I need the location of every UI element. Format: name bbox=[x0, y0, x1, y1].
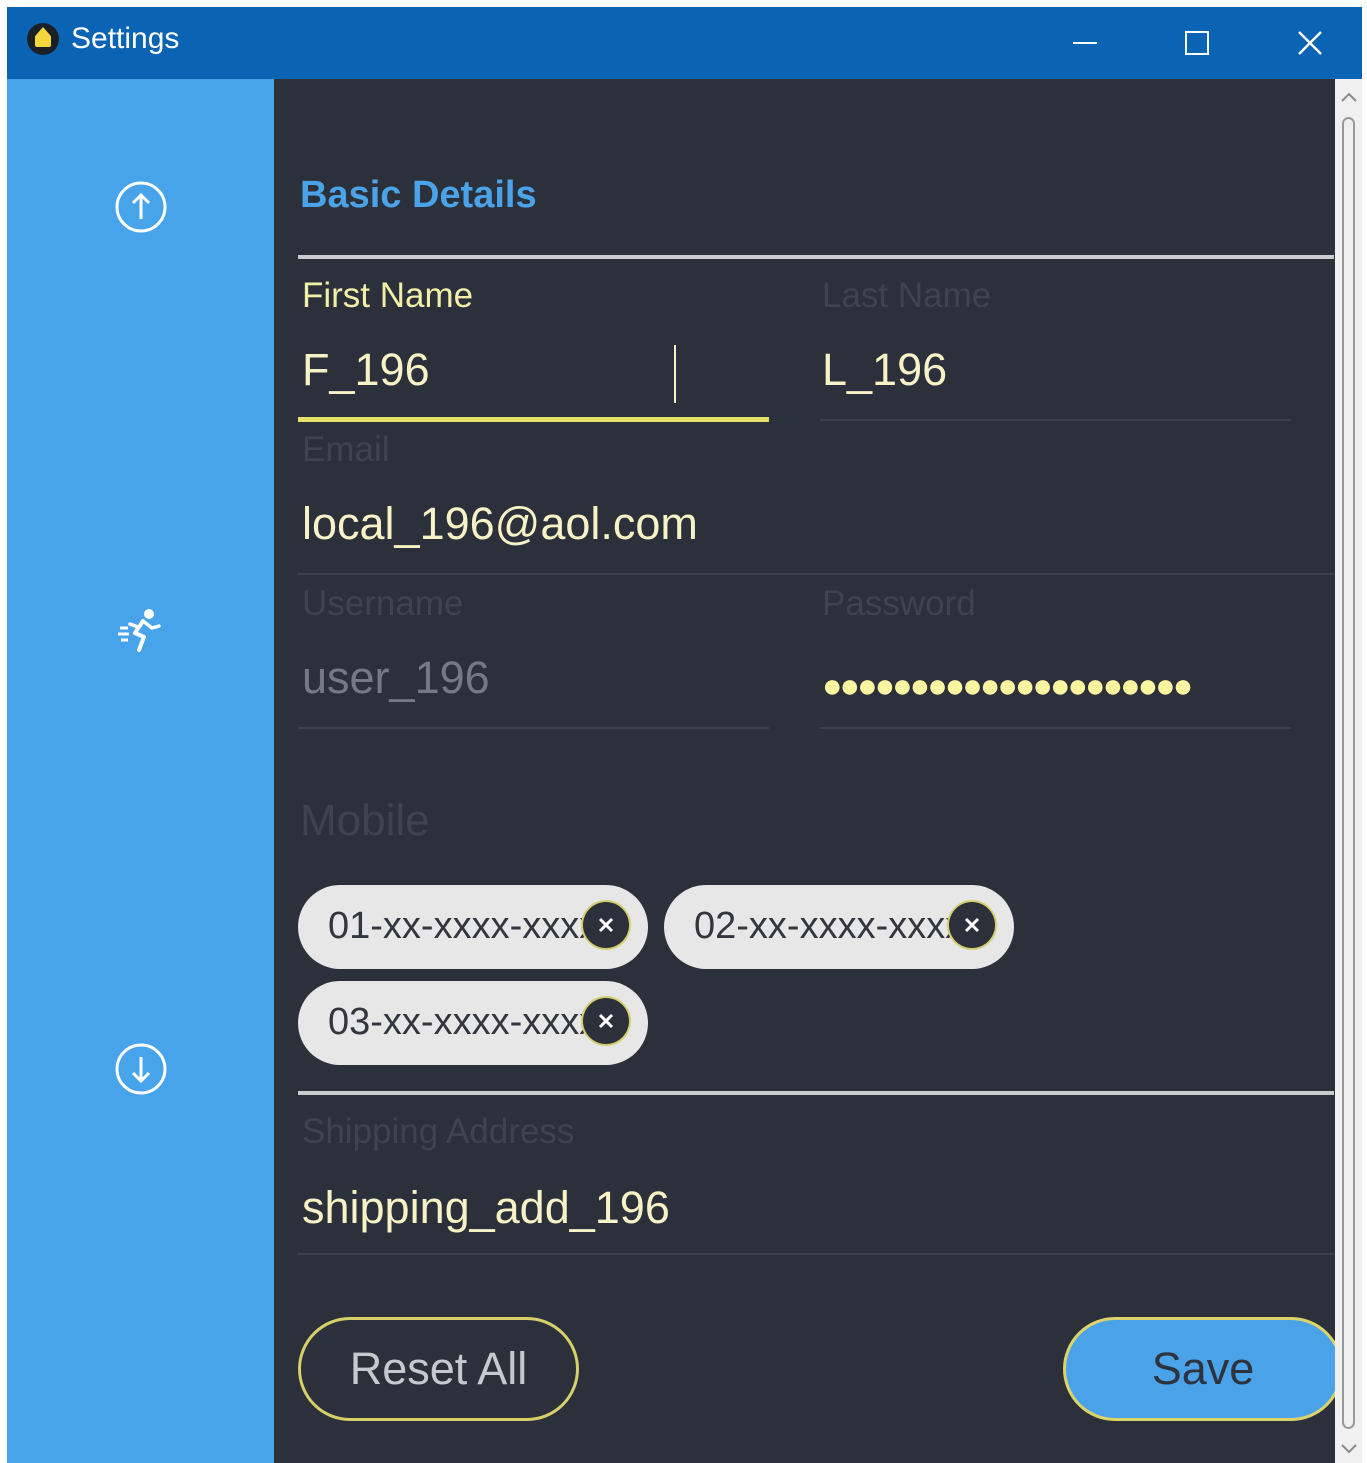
scroll-down-button[interactable] bbox=[115, 1043, 167, 1095]
mobile-chip: 02-xx-xxxx-xxxx bbox=[664, 885, 1014, 969]
arrow-up-circle-icon bbox=[115, 181, 167, 233]
form-panel: Basic Details First Name F_196 Last Name… bbox=[274, 79, 1343, 1463]
mobile-chip-text: 03-xx-xxxx-xxxx bbox=[328, 1001, 599, 1043]
app-icon bbox=[27, 23, 59, 55]
first-name-field[interactable]: F_196 bbox=[302, 343, 430, 397]
email-label: Email bbox=[302, 430, 390, 469]
email-underline bbox=[298, 573, 1334, 575]
scrollbar-thumb[interactable] bbox=[1342, 117, 1355, 1429]
section-divider bbox=[298, 1091, 1334, 1095]
close-icon bbox=[964, 917, 980, 933]
minimize-icon bbox=[1073, 42, 1097, 44]
quick-navigation-button[interactable] bbox=[115, 605, 167, 657]
maximize-button[interactable] bbox=[1142, 7, 1252, 79]
sidebar bbox=[7, 79, 274, 1463]
title-bar[interactable]: Settings bbox=[7, 7, 1362, 79]
password-label: Password bbox=[822, 584, 976, 623]
close-icon bbox=[598, 917, 614, 933]
section-title: Basic Details bbox=[300, 174, 537, 216]
mobile-chip-text: 01-xx-xxxx-xxxx bbox=[328, 905, 599, 947]
email-field[interactable]: local_196@aol.com bbox=[302, 497, 698, 551]
section-divider bbox=[298, 255, 1334, 259]
last-name-underline bbox=[820, 419, 1291, 421]
close-icon bbox=[1298, 31, 1322, 55]
running-person-icon bbox=[118, 609, 161, 652]
mobile-label: Mobile bbox=[300, 796, 430, 845]
close-icon bbox=[598, 1013, 614, 1029]
first-name-label: First Name bbox=[302, 276, 474, 315]
last-name-label: Last Name bbox=[822, 276, 992, 315]
close-button[interactable] bbox=[1255, 7, 1362, 79]
scroll-down-arrow[interactable] bbox=[1335, 1435, 1362, 1463]
password-field[interactable]: ●●●●●●●●●●●●●●●●●●●●● bbox=[822, 669, 1290, 703]
window-title: Settings bbox=[71, 22, 180, 55]
shipping-address-label: Shipping Address bbox=[302, 1112, 575, 1151]
shipping-address-field[interactable]: shipping_add_196 bbox=[302, 1181, 670, 1235]
mobile-chip: 03-xx-xxxx-xxxx bbox=[298, 981, 648, 1065]
remove-chip-button[interactable] bbox=[583, 998, 629, 1044]
mobile-chip: 01-xx-xxxx-xxxx bbox=[298, 885, 648, 969]
chevron-up-icon bbox=[1340, 92, 1357, 102]
vertical-scrollbar[interactable] bbox=[1335, 79, 1362, 1463]
username-underline bbox=[298, 727, 769, 729]
maximize-icon bbox=[1185, 31, 1209, 55]
scroll-up-arrow[interactable] bbox=[1335, 83, 1362, 111]
username-label: Username bbox=[302, 584, 464, 623]
reset-all-button[interactable]: Reset All bbox=[298, 1317, 579, 1421]
text-cursor bbox=[674, 345, 676, 403]
password-underline bbox=[820, 727, 1291, 729]
arrow-down-circle-icon bbox=[115, 1043, 167, 1095]
settings-window: Settings Basic Details First Name F_196 … bbox=[7, 7, 1362, 1463]
minimize-button[interactable] bbox=[1030, 7, 1140, 79]
remove-chip-button[interactable] bbox=[583, 902, 629, 948]
save-button[interactable]: Save bbox=[1063, 1317, 1343, 1421]
mobile-chip-text: 02-xx-xxxx-xxxx bbox=[694, 905, 965, 947]
username-field[interactable]: user_196 bbox=[302, 651, 490, 705]
first-name-underline bbox=[298, 417, 769, 422]
last-name-field[interactable]: L_196 bbox=[822, 343, 947, 397]
shipping-address-underline bbox=[298, 1253, 1334, 1255]
scroll-up-button[interactable] bbox=[115, 181, 167, 233]
chevron-down-icon bbox=[1340, 1444, 1357, 1454]
remove-chip-button[interactable] bbox=[949, 902, 995, 948]
